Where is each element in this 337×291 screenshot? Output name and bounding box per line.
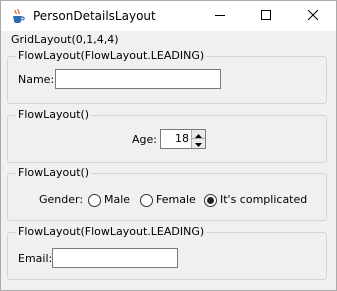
name-panel-title: FlowLayout(FlowLayout.LEADING) [16,49,207,63]
radio-male-label[interactable]: Male [104,193,130,207]
radio-its-complicated[interactable] [204,194,217,207]
gender-label: Gender: [39,193,84,206]
name-label: Name: [18,73,55,86]
maximize-icon [260,9,272,24]
email-panel: FlowLayout(FlowLayout.LEADING) Email: [7,225,327,280]
email-panel-title: FlowLayout(FlowLayout.LEADING) [16,225,207,239]
age-value: 18 [175,132,189,145]
app-window: PersonDetailsLayout GridLayout(0,1,4,4) … [0,0,337,291]
radio-male[interactable] [88,194,101,207]
spinner-down-button[interactable] [192,139,205,148]
age-spinner[interactable]: 18 [160,129,206,149]
grid-layout-label: GridLayout(0,1,4,4) [11,33,119,46]
name-panel: FlowLayout(FlowLayout.LEADING) Name: [7,49,327,104]
title-bar[interactable]: PersonDetailsLayout [1,1,336,31]
arrow-down-icon [195,137,202,150]
spinner-buttons [191,130,205,148]
window-title: PersonDetailsLayout [33,9,156,23]
name-field[interactable] [55,69,221,89]
radio-female-label[interactable]: Female [156,193,196,207]
minimize-icon [214,9,226,24]
java-cup-icon [10,8,26,24]
radio-female[interactable] [140,194,153,207]
age-panel-title: FlowLayout() [16,108,92,122]
gender-panel: FlowLayout() Gender: Male Female It's co… [7,166,327,221]
radio-its-complicated-label[interactable]: It's complicated [220,193,307,207]
maximize-button[interactable] [243,1,289,31]
age-panel: FlowLayout() Age: 18 [7,108,327,163]
close-button[interactable] [290,1,336,31]
content-pane: GridLayout(0,1,4,4) FlowLayout(FlowLayou… [1,31,336,290]
close-icon [307,9,319,24]
gender-panel-title: FlowLayout() [16,166,92,180]
email-label: Email: [18,252,53,265]
radio-selected-dot [207,197,214,204]
email-field[interactable] [52,248,178,268]
age-label: Age: [132,133,157,146]
minimize-button[interactable] [197,1,243,31]
